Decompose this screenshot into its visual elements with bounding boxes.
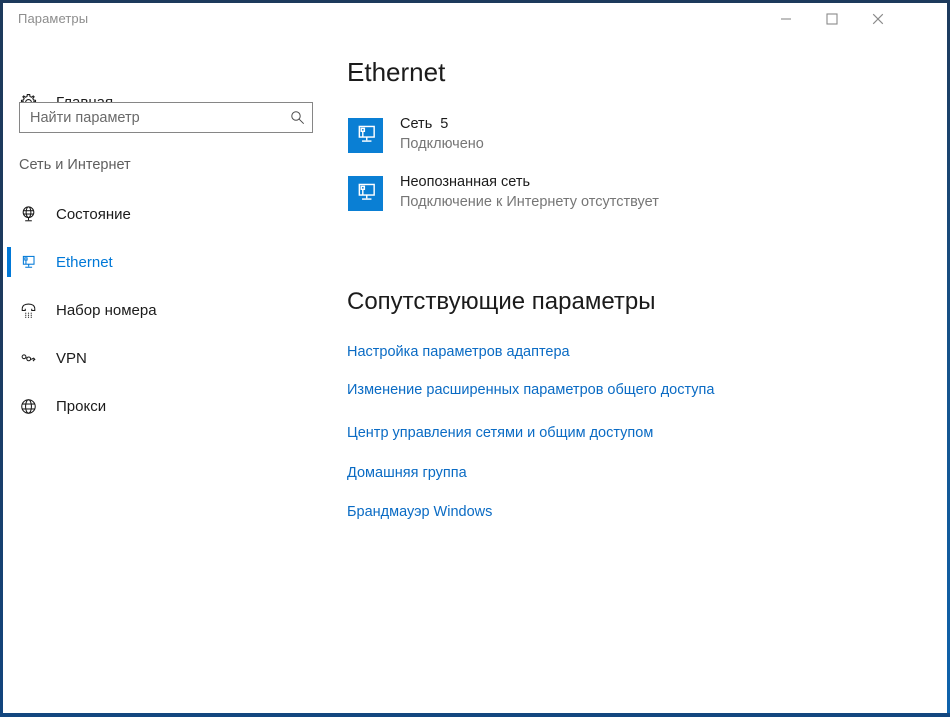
network-item[interactable]: Неопознанная сеть Подключение к Интернет…	[347, 172, 907, 216]
vpn-key-icon	[19, 349, 47, 368]
sidebar-item-dialup[interactable]: Набор номера	[3, 290, 333, 330]
ethernet-adapter-icon	[348, 176, 383, 211]
sidebar-item-status-label: Состояние	[56, 205, 131, 223]
network-name: Сеть 5	[400, 116, 449, 132]
globe-icon	[19, 397, 47, 416]
minimize-button[interactable]	[763, 3, 809, 35]
network-status: Подключение к Интернету отсутствует	[400, 194, 659, 210]
network-name: Неопознанная сеть	[400, 174, 531, 190]
sidebar-section-header: Сеть и Интернет	[19, 157, 131, 173]
sidebar-item-vpn[interactable]: VPN	[3, 338, 333, 378]
sidebar-item-proxy[interactable]: Прокси	[3, 386, 333, 426]
related-link-adapter-settings[interactable]: Настройка параметров адаптера	[347, 344, 570, 360]
window-title: Параметры	[18, 11, 89, 26]
page-title: Ethernet	[347, 57, 446, 87]
sidebar: Главная Сеть и Интернет	[3, 36, 333, 713]
search-icon[interactable]	[282, 103, 312, 132]
related-link-network-center[interactable]: Центр управления сетями и общим доступом	[347, 425, 653, 441]
content-pane: Ethernet Сеть 5 Подключено Неопознанная …	[333, 36, 947, 713]
search-box[interactable]	[19, 102, 313, 133]
window-border-bottom	[0, 713, 950, 717]
search-input[interactable]	[20, 103, 282, 132]
related-link-sharing-options[interactable]: Изменение расширенных параметров общего …	[347, 382, 714, 398]
minimize-icon	[780, 13, 792, 25]
title-bar[interactable]: Параметры	[3, 3, 947, 35]
related-link-homegroup[interactable]: Домашняя группа	[347, 465, 467, 481]
network-status: Подключено	[400, 136, 484, 152]
sidebar-item-ethernet-label: Ethernet	[56, 253, 113, 271]
sidebar-item-proxy-label: Прокси	[56, 397, 107, 415]
maximize-button[interactable]	[809, 3, 855, 35]
network-item[interactable]: Сеть 5 Подключено	[347, 114, 907, 158]
related-link-windows-firewall[interactable]: Брандмауэр Windows	[347, 504, 492, 520]
sidebar-item-dialup-label: Набор номера	[56, 301, 157, 319]
phone-dial-icon	[19, 301, 47, 320]
sidebar-item-status[interactable]: Состояние	[3, 194, 333, 234]
network-text: Неопознанная сеть Подключение к Интернет…	[400, 172, 659, 212]
sidebar-item-vpn-label: VPN	[56, 349, 87, 367]
close-button[interactable]	[855, 3, 901, 35]
network-text: Сеть 5 Подключено	[400, 114, 484, 154]
related-settings-title: Сопутствующие параметры	[347, 288, 656, 315]
maximize-icon	[826, 13, 838, 25]
ethernet-icon	[19, 253, 47, 272]
close-icon	[872, 13, 884, 25]
globe-status-icon	[19, 205, 47, 224]
selection-accent-bar	[7, 247, 11, 277]
ethernet-adapter-icon	[348, 118, 383, 153]
sidebar-item-ethernet[interactable]: Ethernet	[3, 242, 333, 282]
settings-window: Параметры Найти параметр Сеть и Интернет…	[0, 0, 950, 717]
